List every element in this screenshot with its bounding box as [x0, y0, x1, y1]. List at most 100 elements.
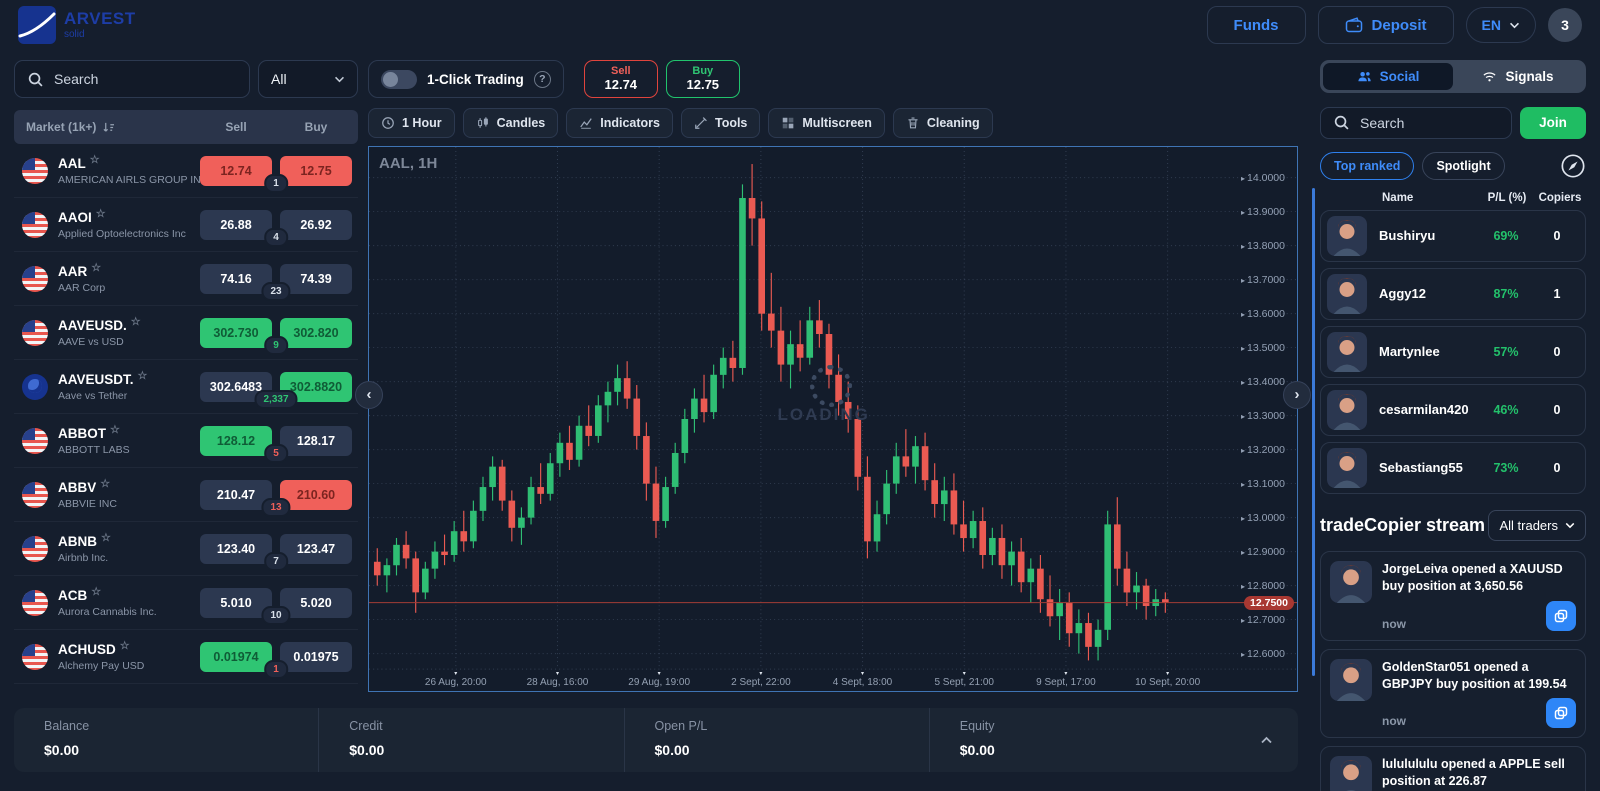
buy-price-button[interactable]: 74.39 — [280, 263, 352, 294]
watchlist-row[interactable]: ACRE☆ 4.87 4.88 — [14, 684, 358, 692]
favorite-star-icon[interactable]: ☆ — [91, 586, 101, 598]
sell-price-button[interactable]: 302.730 — [200, 317, 272, 348]
watchlist-row[interactable]: ACB ☆ Aurora Cannabis Inc. 5.010 5.020 10 — [14, 576, 358, 630]
trader-row[interactable]: Bushiryu 69% 0 — [1320, 209, 1586, 262]
chevron-down-icon — [1509, 22, 1520, 29]
name-column-header: Name — [1382, 191, 1414, 204]
sell-button[interactable]: Sell 12.74 — [583, 60, 658, 98]
trader-name: cesarmilan420 — [1379, 402, 1469, 418]
buy-price-button[interactable]: 128.17 — [280, 425, 352, 456]
tab-social[interactable]: Social — [1323, 63, 1453, 90]
watchlist-row[interactable]: AAOI ☆ Applied Optoelectronics Inc 26.88 … — [14, 198, 358, 252]
one-click-trading-toggle[interactable] — [381, 69, 417, 89]
toolbar-cleaning-button[interactable]: Cleaning — [892, 108, 993, 138]
tab-signals[interactable]: Signals — [1453, 63, 1583, 90]
buy-button[interactable]: Buy 12.75 — [665, 60, 740, 98]
watchlist-row[interactable]: ABNB ☆ Airbnb Inc. 123.40 123.47 7 — [14, 522, 358, 576]
price-axis-label: ▸ 13.5000 — [1241, 341, 1285, 354]
copy-trade-button[interactable] — [1546, 600, 1576, 631]
deposit-button[interactable]: Deposit — [1317, 6, 1454, 44]
trader-row[interactable]: cesarmilan420 46% 0 — [1320, 383, 1586, 436]
panel-scrollbar[interactable] — [1312, 188, 1315, 676]
favorite-star-icon[interactable]: ☆ — [96, 208, 106, 220]
help-icon[interactable]: ? — [533, 70, 551, 88]
buy-price-button[interactable]: 26.92 — [280, 209, 352, 240]
time-axis-label: ▾ 5 Sept, 21:00 — [934, 671, 994, 688]
trader-avatar — [1327, 389, 1367, 430]
toolbar-tools-button[interactable]: Tools — [680, 108, 761, 138]
favorite-star-icon[interactable]: ☆ — [100, 478, 110, 490]
traders-search-input[interactable] — [1360, 114, 1499, 131]
sort-icon[interactable] — [102, 122, 115, 133]
sell-price-button[interactable]: 26.88 — [200, 209, 272, 240]
buy-price-button[interactable]: 5.020 — [280, 587, 352, 618]
sell-price-button[interactable]: 128.12 — [200, 425, 272, 456]
trader-row[interactable]: Aggy12 87% 1 — [1320, 267, 1586, 320]
price-axis-label: ▸ 13.7000 — [1241, 273, 1285, 286]
watchlist-row[interactable]: AAR ☆ AAR Corp 74.16 74.39 23 — [14, 252, 358, 306]
price-axis-label: ▸ 13.2000 — [1241, 443, 1285, 456]
toolbar-candles-button[interactable]: Candles — [462, 108, 559, 138]
buy-price-button[interactable]: 302.820 — [280, 317, 352, 348]
account-metric-value: $0.00 — [959, 742, 995, 758]
sell-price-button[interactable]: 0.01974 — [200, 641, 272, 672]
watchlist-row[interactable]: AAVEUSDT. ☆ Aave vs Tether 302.6483 302.8… — [14, 360, 358, 414]
language-selector[interactable]: EN — [1465, 7, 1536, 43]
instrument-name: Applied Optoelectronics Inc — [58, 227, 186, 240]
favorite-star-icon[interactable]: ☆ — [138, 370, 148, 382]
buy-price-button[interactable]: 210.60 — [280, 479, 352, 510]
sell-column-header: Sell — [225, 120, 247, 134]
us-flag-icon — [22, 427, 48, 454]
buy-price-button[interactable]: 12.75 — [280, 155, 352, 186]
trader-row[interactable]: Martynlee 57% 0 — [1320, 325, 1586, 378]
filter-top-ranked[interactable]: Top ranked — [1320, 151, 1415, 180]
toolbar-1-hour-button[interactable]: 1 Hour — [368, 108, 455, 138]
market-filter-dropdown[interactable]: All — [258, 60, 358, 98]
watchlist-row[interactable]: AAVEUSD. ☆ AAVE vs USD 302.730 302.820 9 — [14, 306, 358, 360]
watchlist-row[interactable]: ABBOT ☆ ABBOTT LABS 128.12 128.17 5 — [14, 414, 358, 468]
watchlist-row[interactable]: ACHUSD ☆ Alchemy Pay USD 0.01974 0.01975 … — [14, 630, 358, 684]
account-metric-label: Credit — [349, 719, 383, 733]
favorite-star-icon[interactable]: ☆ — [91, 262, 101, 274]
funds-button[interactable]: Funds — [1206, 6, 1306, 44]
stream-item: JorgeLeiva opened a XAUUSD buy position … — [1320, 550, 1586, 641]
scroll-right-button[interactable]: › — [1283, 380, 1311, 409]
copy-trade-button[interactable] — [1546, 698, 1576, 729]
buy-price-button[interactable]: 0.01975 — [280, 641, 352, 672]
stream-avatar — [1330, 658, 1372, 701]
buy-column-header: Buy — [304, 120, 328, 134]
market-search[interactable] — [14, 60, 250, 98]
watchlist-row[interactable]: AAL ☆ AMERICAN AIRLS GROUP INC 12.74 12.7… — [14, 144, 358, 198]
tools-icon — [694, 116, 708, 130]
price-chart[interactable]: ▸ 14.0000 ▸ 13.9000 ▸ 13.8000 ▸ 13.7000 ▸ 13.6000… — [355, 146, 1311, 692]
stream-filter-dropdown[interactable]: All traders — [1488, 509, 1586, 541]
collapse-account-bar-button[interactable] — [1234, 708, 1298, 772]
join-button[interactable]: Join — [1520, 106, 1586, 139]
scroll-left-button[interactable]: ‹ — [355, 380, 383, 409]
favorite-star-icon[interactable]: ☆ — [131, 316, 141, 328]
buy-price-button[interactable]: 123.47 — [280, 533, 352, 564]
account-metric-label: Open P/L — [654, 719, 708, 733]
notifications-badge[interactable]: 3 — [1548, 8, 1582, 42]
spread-badge: 4 — [264, 227, 288, 247]
trader-row[interactable]: Sebastiang55 73% 0 — [1320, 441, 1586, 494]
filter-spotlight[interactable]: Spotlight — [1422, 151, 1505, 180]
time-axis-label: ▾ 4 Sept, 18:00 — [832, 671, 893, 688]
watchlist-row[interactable]: ABBV ☆ ABBVIE INC 210.47 210.60 13 — [14, 468, 358, 522]
trader-pl: 69% — [1493, 228, 1519, 243]
traders-search[interactable] — [1320, 106, 1512, 139]
instrument-name: Aurora Cannabis Inc. — [58, 605, 157, 618]
toolbar-indicators-button[interactable]: Indicators — [566, 108, 673, 138]
favorite-star-icon[interactable]: ☆ — [90, 154, 100, 166]
market-search-input[interactable] — [54, 71, 237, 87]
account-metric-label: Balance — [44, 719, 90, 733]
favorite-star-icon[interactable]: ☆ — [120, 640, 130, 652]
brand-name: ARVEST — [64, 9, 136, 28]
sell-price-button[interactable]: 123.40 — [200, 533, 272, 564]
toolbar-multiscreen-button[interactable]: Multiscreen — [768, 108, 885, 138]
favorite-star-icon[interactable]: ☆ — [101, 532, 111, 544]
favorite-star-icon[interactable]: ☆ — [110, 424, 120, 436]
brand-logo-icon — [18, 6, 56, 44]
sell-price-button[interactable]: 12.74 — [200, 155, 272, 186]
compass-icon[interactable] — [1560, 153, 1586, 179]
